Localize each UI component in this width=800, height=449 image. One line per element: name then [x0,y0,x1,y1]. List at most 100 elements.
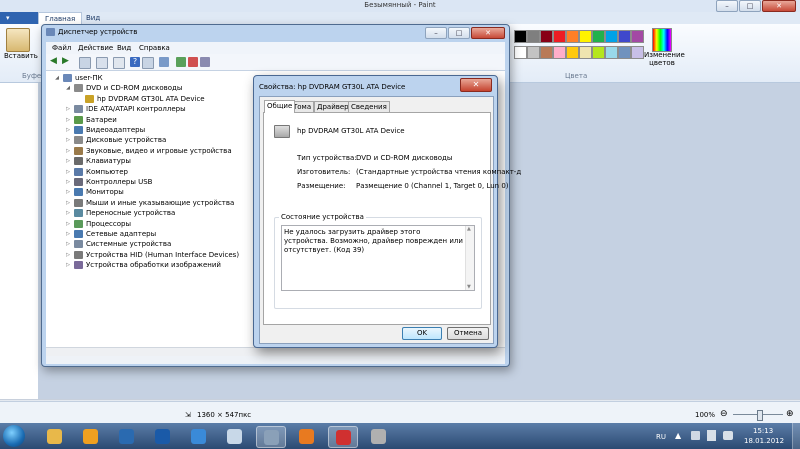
dm-maximize-button[interactable]: □ [448,27,470,39]
cancel-button[interactable]: Отмена [447,327,489,340]
palette-color[interactable] [540,46,553,59]
dm-minimize-button[interactable]: – [425,27,447,39]
clock-time[interactable]: 15:13 [753,427,773,435]
zoom-in-button[interactable]: ⊕ [786,409,794,419]
expand-arrow-icon[interactable]: ▷ [65,208,71,218]
tree-node[interactable]: ▷ Контроллеры USB [65,177,152,187]
volume-icon[interactable] [723,431,733,440]
tree-node[interactable]: ▷ Компьютер [65,167,128,177]
forward-icon[interactable]: ▶ [62,57,72,67]
clock-date[interactable]: 18.01.2012 [744,437,784,445]
paint-title-bar[interactable]: Безымянный - Paint – □ ✕ [0,0,800,12]
palette-color[interactable] [527,30,540,43]
expand-arrow-icon[interactable]: ▷ [65,135,71,145]
console-icon[interactable] [142,57,154,69]
tree-node[interactable]: ◢ DVD и CD-ROM дисководы [65,83,182,93]
taskbar-button[interactable] [148,426,176,446]
maximize-button[interactable]: □ [739,0,761,12]
edit-colors-button[interactable]: Изменение цветов [644,51,685,67]
expand-arrow-icon[interactable]: ▷ [65,167,71,177]
minimize-button[interactable]: – [716,0,738,12]
expand-arrow-icon[interactable]: ▷ [65,198,71,208]
close-button[interactable]: ✕ [762,0,796,12]
tree-node[interactable]: ▷ Системные устройства [65,239,171,249]
taskbar-button[interactable] [184,426,212,446]
taskbar-button[interactable] [256,426,286,448]
palette-color[interactable] [540,30,553,43]
tray-expand-icon[interactable]: ▲ [675,431,681,440]
status-scrollbar[interactable]: ▲ ▼ [465,226,474,290]
tree-node[interactable]: ▷ Клавиатуры [65,156,131,166]
disable-icon[interactable] [200,57,210,67]
palette-color[interactable] [553,30,566,43]
menu-action[interactable]: Действие [78,44,113,52]
tree-node[interactable]: hp DVDRAM GT30L ATA Device [76,94,205,104]
palette-color[interactable] [605,30,618,43]
language-indicator[interactable]: RU [656,433,666,441]
view-icon[interactable] [96,57,108,69]
tree-node[interactable]: ▷ Батареи [65,115,117,125]
expand-arrow-icon[interactable]: ▷ [65,156,71,166]
tree-node[interactable]: ◢ user-ПК [54,73,103,83]
dm-close-button[interactable]: ✕ [471,27,505,39]
tree-node[interactable]: ▷ Устройства HID (Human Interface Devices… [65,250,239,260]
paste-icon[interactable] [6,28,30,52]
taskbar-button[interactable] [364,426,392,446]
tree-node[interactable]: ▷ Мониторы [65,187,124,197]
expand-arrow-icon[interactable]: ▷ [65,146,71,156]
update-driver-icon[interactable] [176,57,186,67]
action-center-icon[interactable] [691,431,700,440]
palette-color[interactable] [566,46,579,59]
taskbar-button[interactable] [112,426,140,446]
expand-arrow-icon[interactable]: ▷ [65,250,71,260]
expand-arrow-icon[interactable]: ▷ [65,187,71,197]
palette-color[interactable] [631,30,644,43]
palette-color[interactable] [514,30,527,43]
palette-color[interactable] [592,30,605,43]
menu-file[interactable]: Файл [52,44,71,52]
expand-arrow-icon[interactable]: ▷ [65,177,71,187]
paint-canvas[interactable] [0,83,38,401]
ok-button[interactable]: OK [402,327,442,340]
expand-arrow-icon[interactable]: ▷ [65,219,71,229]
tree-node[interactable]: ▷ Процессоры [65,219,131,229]
palette-color[interactable] [553,46,566,59]
tab-view[interactable]: Вид [80,12,106,24]
properties-icon[interactable] [79,57,91,69]
device-status-textbox[interactable]: Не удалось загрузить драйвер этого устро… [281,225,475,291]
palette-color[interactable] [566,30,579,43]
help-icon[interactable]: ? [130,57,140,67]
expand-arrow-icon[interactable]: ▷ [65,239,71,249]
tree-node[interactable]: ▷ IDE ATA/ATAPI контроллеры [65,104,186,114]
list-icon[interactable] [113,57,125,69]
scan-hardware-icon[interactable] [159,57,169,67]
taskbar-button[interactable] [220,426,248,446]
expand-arrow-icon[interactable]: ▷ [65,229,71,239]
tree-node[interactable]: ▷ Видеоадаптеры [65,125,145,135]
expand-arrow-icon[interactable]: ▷ [65,260,71,270]
uninstall-icon[interactable] [188,57,198,67]
start-button[interactable] [3,425,25,447]
palette-color[interactable] [618,30,631,43]
palette-color[interactable] [579,30,592,43]
menu-help[interactable]: Справка [139,44,170,52]
expand-arrow-icon[interactable]: ▷ [65,104,71,114]
tree-node[interactable]: ▷ Переносные устройства [65,208,175,218]
palette-color[interactable] [605,46,618,59]
collapse-arrow-icon[interactable]: ◢ [65,83,71,93]
tab-general[interactable]: Общие [264,100,296,113]
properties-dialog[interactable]: Свойства: hp DVDRAM GT30L ATA Device ✕ О… [253,75,521,348]
tree-node[interactable]: ▷ Устройства обработки изображений [65,260,221,270]
palette-color[interactable] [579,46,592,59]
expand-arrow-icon[interactable]: ▷ [65,115,71,125]
palette-color[interactable] [631,46,644,59]
edit-colors-icon[interactable] [652,28,672,52]
dm-horizontal-scrollbar[interactable] [46,347,505,356]
taskbar-button[interactable] [292,426,320,446]
tree-node[interactable]: ▷ Сетевые адаптеры [65,229,156,239]
tab-details[interactable]: Сведения [348,101,390,112]
tree-node[interactable]: ▷ Звуковые, видео и игровые устройства [65,146,232,156]
palette-color[interactable] [592,46,605,59]
palette-color[interactable] [618,46,631,59]
tree-node[interactable]: ▷ Мыши и иные указывающие устройства [65,198,234,208]
